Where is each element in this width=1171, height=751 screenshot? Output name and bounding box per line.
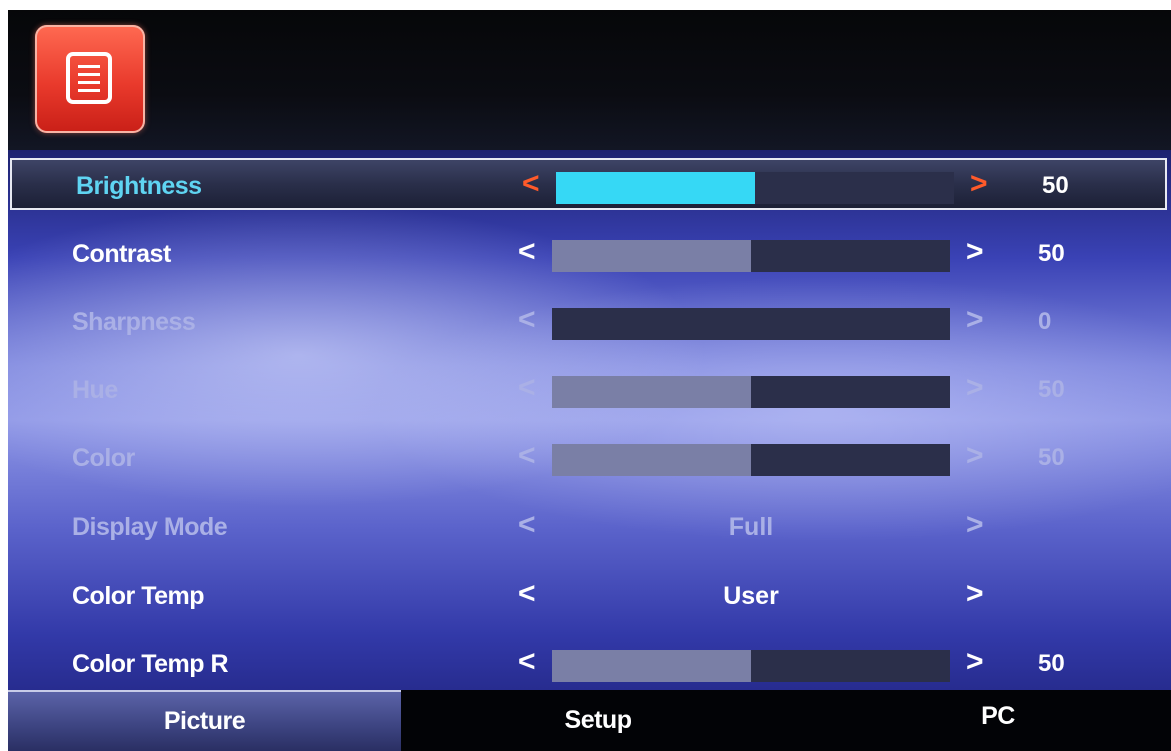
slider-track[interactable] (552, 240, 950, 272)
menu-row-color-temp-r[interactable]: Color Temp R <50 > (8, 638, 1171, 690)
menu-row-hue[interactable]: Hue <50 > (8, 364, 1171, 416)
slider-value: 50 (1038, 444, 1065, 471)
slider-value: 0 (1038, 308, 1052, 335)
chevron-right-icon[interactable]: > (966, 441, 984, 471)
menu-label: Hue (72, 376, 118, 404)
chevron-right-icon[interactable]: > (966, 305, 984, 335)
slider-value: 50 (1038, 650, 1065, 677)
option-value: User (723, 582, 779, 610)
chevron-left-icon[interactable]: < (518, 579, 536, 609)
tab-setup[interactable]: Setup (498, 690, 698, 751)
chevron-left-icon[interactable]: < (518, 305, 536, 335)
chevron-left-icon[interactable]: < (518, 373, 536, 403)
chevron-right-icon[interactable]: > (966, 237, 984, 267)
slider-track[interactable] (552, 376, 950, 408)
menu-row-brightness[interactable]: Brightness <50 > (10, 158, 1167, 210)
chevron-left-icon[interactable]: < (518, 647, 536, 677)
chevron-left-icon[interactable]: < (518, 441, 536, 471)
tv-osd-screen: Brightness <50 > Contrast <50 > Sharpness <0 > Hu… (8, 10, 1171, 751)
slider-value: 50 (1042, 172, 1069, 199)
menu-label: Brightness (76, 172, 202, 200)
menu-label: Contrast (72, 240, 171, 268)
menu-row-color[interactable]: Color <50 > (8, 432, 1171, 484)
menu-row-contrast[interactable]: Contrast <50 > (8, 228, 1171, 280)
slider-fill (556, 172, 755, 204)
slider-track[interactable] (556, 172, 954, 204)
slider-fill (552, 240, 751, 272)
menu-label: Color (72, 444, 135, 472)
menu-label: Sharpness (72, 308, 196, 336)
menu-tab-bar: Picture Setup PC (8, 690, 1171, 751)
slider-track[interactable] (552, 308, 950, 340)
tab-pc-label: PC (981, 702, 1015, 730)
slider-fill (552, 376, 751, 408)
chevron-right-icon[interactable]: > (970, 169, 988, 199)
chevron-right-icon[interactable]: > (966, 647, 984, 677)
menu-label: Color Temp (72, 582, 205, 610)
menu-list-icon (35, 25, 145, 133)
slider-value: 50 (1038, 376, 1065, 403)
menu-row-display-mode[interactable]: Display Mode < Full > (8, 501, 1171, 553)
chevron-left-icon[interactable]: < (522, 169, 540, 199)
tab-picture[interactable]: Picture (8, 690, 401, 751)
slider-value: 50 (1038, 240, 1065, 267)
chevron-left-icon[interactable]: < (518, 510, 536, 540)
menu-row-color-temp[interactable]: Color Temp < User > (8, 570, 1171, 622)
tab-setup-label: Setup (564, 706, 632, 734)
chevron-right-icon[interactable]: > (966, 579, 984, 609)
slider-fill (552, 650, 751, 682)
slider-fill (552, 444, 751, 476)
menu-label: Color Temp R (72, 650, 229, 678)
osd-header (8, 10, 1171, 150)
option-value: Full (728, 513, 774, 541)
slider-track[interactable] (552, 650, 950, 682)
slider-track[interactable] (552, 444, 950, 476)
chevron-right-icon[interactable]: > (966, 373, 984, 403)
chevron-left-icon[interactable]: < (518, 237, 536, 267)
picture-settings-menu: Brightness <50 > Contrast <50 > Sharpness <0 > Hu… (8, 150, 1171, 690)
tab-picture-label: Picture (163, 707, 246, 735)
tab-pc[interactable]: PC (938, 690, 1058, 751)
chevron-right-icon[interactable]: > (966, 510, 984, 540)
menu-row-sharpness[interactable]: Sharpness <0 > (8, 296, 1171, 348)
menu-label: Display Mode (72, 513, 228, 541)
